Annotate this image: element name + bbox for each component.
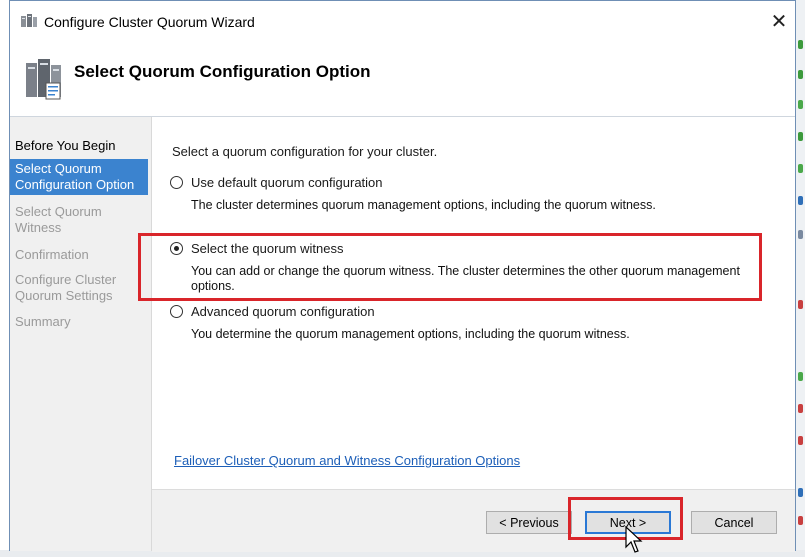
wizard-content: Select a quorum configuration for your c… [152, 117, 795, 489]
option-select-quorum-witness-row[interactable]: Select the quorum witness [170, 240, 770, 260]
close-icon: ✕ [770, 11, 788, 33]
title-bar: Configure Cluster Quorum Wizard ✕ [10, 1, 795, 43]
window-title: Configure Cluster Quorum Wizard [44, 14, 255, 30]
page-title: Select Quorum Configuration Option [74, 62, 371, 81]
cluster-wizard-icon [21, 14, 37, 27]
option-description: You determine the quorum management opti… [191, 327, 630, 341]
nav-item-summary[interactable]: Summary [10, 312, 148, 332]
option-label: Advanced quorum configuration [191, 304, 375, 319]
nav-item-select-quorum-witness[interactable]: Select Quorum Witness [10, 202, 148, 238]
nav-item-confirmation[interactable]: Confirmation [10, 245, 148, 265]
option-advanced-quorum-row[interactable]: Advanced quorum configuration [170, 303, 770, 323]
option-default-quorum-row[interactable]: Use default quorum configuration [170, 174, 770, 194]
default-quorum-radio[interactable] [170, 176, 183, 189]
wizard-header: Select Quorum Configuration Option [10, 43, 795, 117]
wizard-dialog: Configure Cluster Quorum Wizard ✕ Select… [9, 0, 796, 552]
close-button[interactable]: ✕ [766, 9, 792, 35]
mouse-cursor-icon [625, 526, 643, 553]
background-window-strip [796, 0, 805, 557]
select-quorum-witness-radio[interactable] [170, 242, 183, 255]
option-description: You can add or change the quorum witness… [191, 264, 740, 293]
advanced-quorum-radio[interactable] [170, 305, 183, 318]
option-label: Use default quorum configuration [191, 175, 383, 190]
nav-item-select-quorum-configuration[interactable]: Select Quorum Configuration Option [10, 159, 148, 195]
option-advanced-quorum: Advanced quorum configuration You determ… [170, 303, 770, 347]
wizard-step-nav: Before You Begin Select Quorum Configura… [10, 117, 152, 551]
instruction-text: Select a quorum configuration for your c… [172, 144, 438, 159]
cluster-servers-icon [26, 59, 61, 100]
option-label: Select the quorum witness [191, 241, 344, 256]
nav-item-configure-cluster-quorum[interactable]: Configure Cluster Quorum Settings [10, 270, 148, 306]
nav-item-before-you-begin[interactable]: Before You Begin [10, 136, 148, 156]
previous-button[interactable]: < Previous [486, 511, 572, 534]
help-link[interactable]: Failover Cluster Quorum and Witness Conf… [174, 453, 520, 468]
wizard-footer: < Previous Next > Cancel [152, 489, 795, 552]
option-select-quorum-witness: Select the quorum witness You can add or… [170, 240, 770, 300]
option-description: The cluster determines quorum management… [191, 198, 656, 212]
option-default-quorum: Use default quorum configuration The clu… [170, 174, 770, 218]
cancel-button[interactable]: Cancel [691, 511, 777, 534]
